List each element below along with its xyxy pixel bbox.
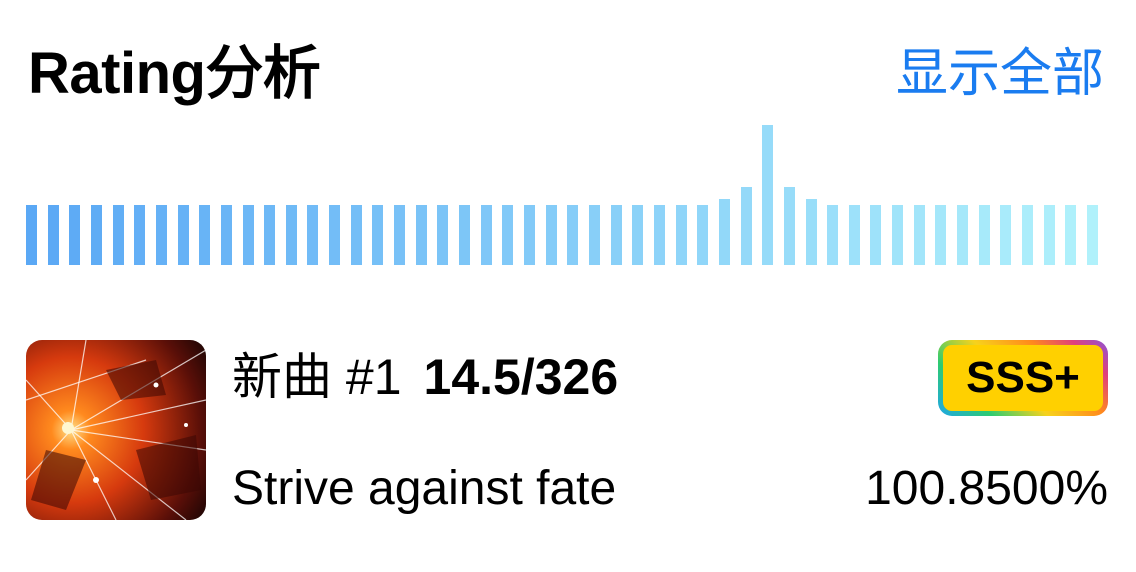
- rating-bar: [914, 205, 925, 265]
- rating-distribution-bars: [26, 125, 1098, 265]
- rating-bar: [243, 205, 254, 265]
- rating-bar: [784, 187, 795, 265]
- rating-bar: [26, 205, 37, 265]
- rating-bar: [546, 205, 557, 265]
- rating-bar: [351, 205, 362, 265]
- rating-bar: [719, 199, 730, 265]
- rating-bar: [1065, 205, 1076, 265]
- rating-bar: [481, 205, 492, 265]
- rating-bar: [394, 205, 405, 265]
- rating-bar: [935, 205, 946, 265]
- rating-header: Rating分析 显示全部: [28, 38, 1104, 110]
- rating-bar: [502, 205, 513, 265]
- rating-bar: [459, 205, 470, 265]
- rating-bar: [1000, 205, 1011, 265]
- rating-bar: [827, 205, 838, 265]
- rating-bar: [416, 205, 427, 265]
- rating-bar: [567, 205, 578, 265]
- song-accuracy: 100.8500%: [865, 462, 1108, 515]
- rating-bar: [437, 205, 448, 265]
- rating-bar: [91, 205, 102, 265]
- rating-bar: [1044, 205, 1055, 265]
- rating-bar: [870, 205, 881, 265]
- rating-bar: [48, 205, 59, 265]
- song-category: 新曲 #1: [232, 349, 402, 405]
- rating-bar: [69, 205, 80, 265]
- rating-bar: [892, 205, 903, 265]
- rating-bar: [372, 205, 383, 265]
- song-name: Strive against fate: [232, 462, 617, 515]
- rating-bar: [221, 205, 232, 265]
- rating-bar: [762, 125, 773, 265]
- rating-bar: [1022, 205, 1033, 265]
- rating-bar: [156, 205, 167, 265]
- album-cover-image: [26, 340, 206, 520]
- song-level-rating: 14.5/326: [423, 349, 619, 405]
- rating-bar: [611, 205, 622, 265]
- rating-bar: [178, 205, 189, 265]
- song-header-line: 新曲 #1 14.5/326: [232, 344, 618, 410]
- rating-bar: [676, 205, 687, 265]
- show-all-button[interactable]: 显示全部: [896, 38, 1104, 110]
- rating-bar: [329, 205, 340, 265]
- rank-badge-label: SSS+: [943, 345, 1103, 411]
- rating-bar: [697, 205, 708, 265]
- rating-bar: [654, 205, 665, 265]
- rating-bar: [979, 205, 990, 265]
- rating-bar: [524, 205, 535, 265]
- rating-bar: [307, 205, 318, 265]
- rating-bar: [849, 205, 860, 265]
- song-row[interactable]: 新曲 #1 14.5/326 SSS+ Strive against fate 1…: [26, 340, 1108, 522]
- rating-bar: [113, 205, 124, 265]
- rating-bar: [589, 205, 600, 265]
- rating-bar: [741, 187, 752, 265]
- rating-bar: [632, 205, 643, 265]
- rating-bar: [1087, 205, 1098, 265]
- rating-bar: [264, 205, 275, 265]
- section-title: Rating分析: [28, 41, 321, 106]
- rank-badge: SSS+: [938, 340, 1108, 416]
- rating-bar: [286, 205, 297, 265]
- rating-bar: [199, 205, 210, 265]
- rating-bar: [957, 205, 968, 265]
- rating-bar: [806, 199, 817, 265]
- rating-bar: [134, 205, 145, 265]
